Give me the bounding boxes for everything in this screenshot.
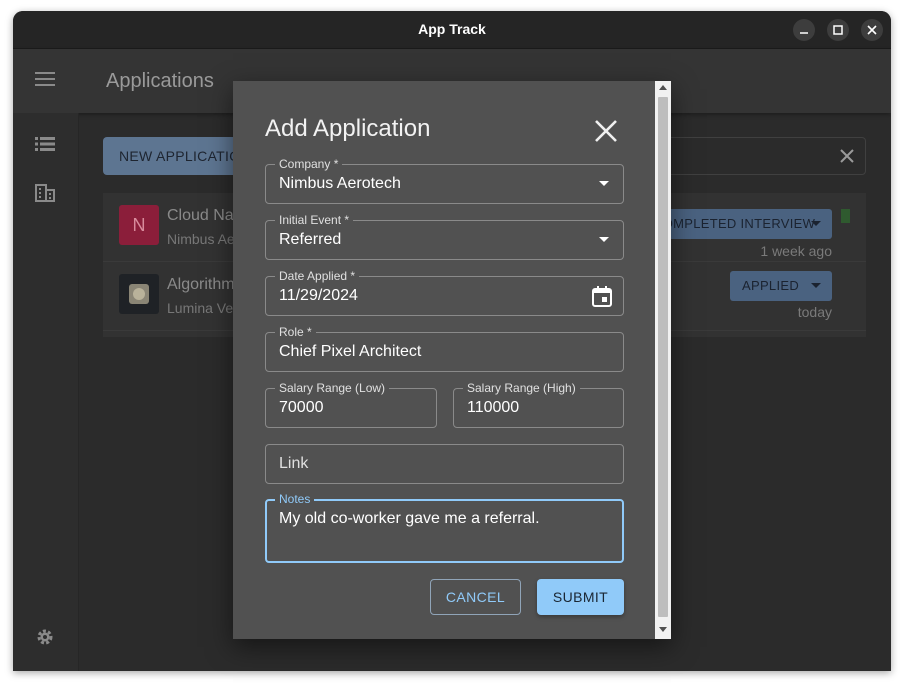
scroll-up-arrow-icon[interactable] bbox=[659, 85, 667, 91]
close-icon bbox=[867, 25, 877, 35]
initial-event-select[interactable]: Initial Event * Referred bbox=[265, 213, 624, 260]
application-title: Algorithm bbox=[167, 276, 235, 293]
chevron-down-icon bbox=[811, 283, 821, 288]
dialog-title: Add Application bbox=[265, 115, 431, 142]
search-field[interactable] bbox=[663, 137, 866, 175]
business-icon[interactable] bbox=[35, 184, 55, 202]
salary-low-value: 70000 bbox=[279, 399, 324, 416]
application-date: today bbox=[797, 304, 832, 320]
scrollbar-thumb[interactable] bbox=[658, 97, 668, 617]
salary-high-field[interactable]: Salary Range (High) 110000 bbox=[453, 381, 624, 428]
minimize-icon bbox=[800, 32, 808, 34]
salary-high-label: Salary Range (High) bbox=[463, 381, 580, 395]
title-bar: App Track bbox=[13, 11, 891, 49]
initial-event-label: Initial Event * bbox=[275, 213, 354, 227]
dropdown-arrow-icon bbox=[599, 181, 609, 186]
role-field[interactable]: Role * Chief Pixel Architect bbox=[265, 325, 624, 372]
settings-gear-icon[interactable] bbox=[35, 627, 55, 647]
avatar bbox=[119, 274, 159, 314]
status-indicator bbox=[841, 209, 850, 223]
role-value: Chief Pixel Architect bbox=[279, 343, 422, 360]
company-label: Company * bbox=[275, 157, 343, 171]
list-icon[interactable] bbox=[35, 136, 55, 152]
role-label: Role * bbox=[275, 325, 316, 339]
close-dialog-icon[interactable] bbox=[593, 118, 619, 144]
calendar-icon[interactable] bbox=[592, 286, 612, 307]
maximize-icon bbox=[833, 25, 843, 35]
menu-icon[interactable] bbox=[35, 71, 55, 87]
link-field[interactable]: Link bbox=[265, 444, 624, 484]
add-application-dialog: Add Application Company * Nimbus Aerotec… bbox=[233, 81, 671, 639]
date-applied-label: Date Applied * bbox=[275, 269, 360, 283]
application-company: Nimbus Ae bbox=[167, 231, 235, 247]
chevron-down-icon bbox=[811, 221, 821, 226]
application-company: Lumina Ve bbox=[167, 300, 234, 316]
minimize-button[interactable] bbox=[793, 19, 815, 41]
clear-icon[interactable] bbox=[839, 148, 855, 164]
close-window-button[interactable] bbox=[861, 19, 883, 41]
company-value: Nimbus Aerotech bbox=[279, 175, 401, 192]
cancel-button[interactable]: CANCEL bbox=[430, 579, 521, 615]
notes-field[interactable]: Notes My old co-worker gave me a referra… bbox=[265, 492, 624, 563]
salary-low-field[interactable]: Salary Range (Low) 70000 bbox=[265, 381, 437, 428]
date-applied-field[interactable]: Date Applied * 11/29/2024 bbox=[265, 269, 624, 316]
maximize-button[interactable] bbox=[827, 19, 849, 41]
company-logo-icon bbox=[129, 284, 149, 304]
company-select[interactable]: Company * Nimbus Aerotech bbox=[265, 157, 624, 204]
notes-value: My old co-worker gave me a referral. bbox=[279, 510, 540, 527]
date-applied-value: 11/29/2024 bbox=[279, 287, 358, 304]
new-application-button[interactable]: NEW APPLICATION bbox=[103, 137, 243, 175]
page-title: Applications bbox=[106, 70, 214, 92]
initial-event-value: Referred bbox=[279, 231, 342, 248]
avatar: N bbox=[119, 205, 159, 245]
status-label: APPLIED bbox=[742, 278, 800, 293]
application-date: 1 week ago bbox=[760, 243, 832, 259]
salary-low-label: Salary Range (Low) bbox=[275, 381, 390, 395]
link-placeholder: Link bbox=[279, 455, 309, 472]
submit-button[interactable]: SUBMIT bbox=[537, 579, 624, 615]
status-label: COMPLETED INTERVIEW bbox=[653, 216, 816, 231]
notes-label: Notes bbox=[275, 492, 315, 506]
application-title: Cloud Na bbox=[167, 207, 234, 224]
salary-high-value: 110000 bbox=[467, 399, 520, 416]
scroll-down-arrow-icon[interactable] bbox=[659, 627, 667, 633]
dropdown-arrow-icon bbox=[599, 237, 609, 242]
side-nav bbox=[13, 113, 79, 671]
window-title: App Track bbox=[418, 21, 486, 37]
